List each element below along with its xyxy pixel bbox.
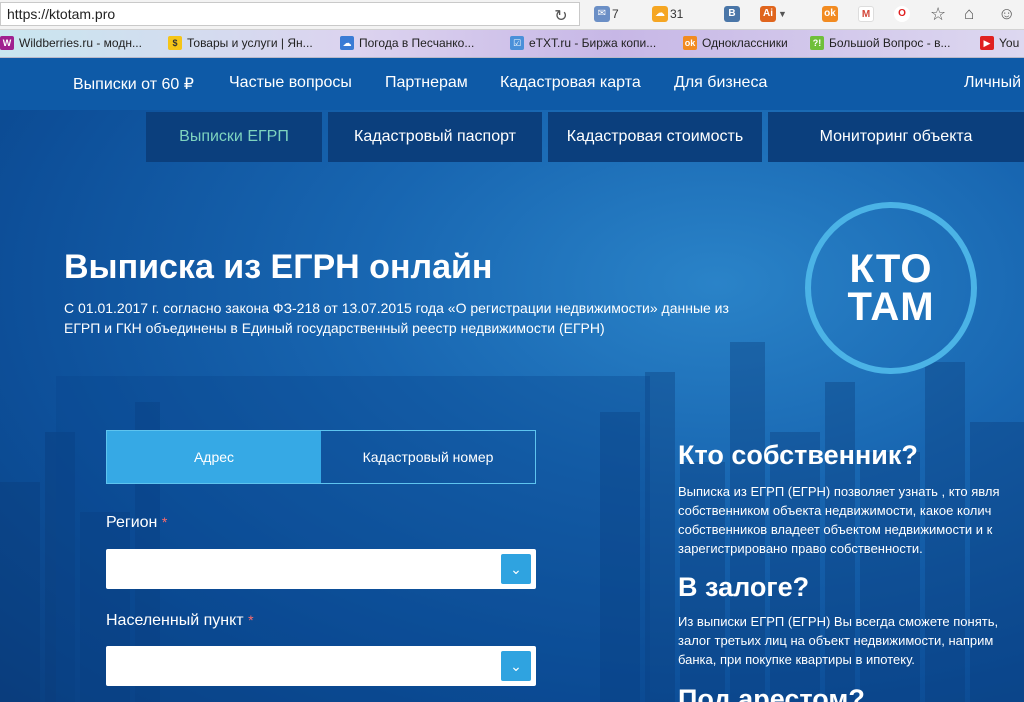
- nav-account[interactable]: Личный: [964, 74, 1021, 92]
- nav-cadastral-map[interactable]: Кадастровая карта: [500, 74, 641, 92]
- nav-faq[interactable]: Частые вопросы: [229, 74, 352, 92]
- owner-heading: Кто собственник?: [678, 440, 918, 470]
- owner-text: Выписка из ЕГРП (ЕГРН) позволяет узнать …: [678, 484, 1000, 556]
- city-label: Населенный пункт *: [106, 612, 254, 629]
- nav-extracts[interactable]: Выписки от 60 ₽: [73, 74, 194, 94]
- ok-extension[interactable]: ok: [822, 4, 838, 24]
- odnoklassniki-extension-icon: ok: [822, 6, 838, 22]
- tab-address[interactable]: Адрес: [107, 431, 321, 483]
- hero-description: С 01.01.2017 г. согласно закона ФЗ-218 о…: [64, 300, 729, 336]
- tab-cadastral-value[interactable]: Кадастровая стоимость: [548, 112, 762, 162]
- opera-extension[interactable]: O: [894, 4, 910, 24]
- region-select[interactable]: ⌄: [106, 549, 536, 589]
- menu-button[interactable]: ☺: [998, 4, 1015, 24]
- ai-extension[interactable]: Ai ▼: [760, 4, 787, 24]
- nav-business[interactable]: Для бизнеса: [674, 74, 767, 92]
- vk-icon: B: [724, 6, 740, 22]
- city-select[interactable]: ⌄: [106, 646, 536, 686]
- tab-cadastral-number[interactable]: Кадастровый номер: [321, 431, 535, 483]
- page-content: Выписки от 60 ₽ Частые вопросы Партнерам…: [0, 58, 1024, 702]
- weather-extension[interactable]: ☁ 31: [652, 4, 683, 24]
- bookmark-etxt[interactable]: ☑ eTXT.ru - Биржа копи...: [510, 36, 656, 50]
- bookmark-youtube[interactable]: ▶ You: [980, 36, 1019, 50]
- region-label: Регион *: [106, 514, 168, 531]
- home-icon: ⌂: [964, 4, 975, 23]
- address-bar[interactable]: https://ktotam.pro ↻: [0, 2, 580, 26]
- weather-icon: ☁: [652, 6, 668, 22]
- main-nav: Выписки от 60 ₽ Частые вопросы Партнерам…: [0, 58, 1024, 110]
- bookmark-wildberries[interactable]: W Wildberries.ru - модн...: [0, 36, 142, 50]
- gmail-icon: M: [858, 6, 874, 22]
- etxt-icon: ☑: [510, 36, 524, 50]
- odnoklassniki-icon: ok: [683, 36, 697, 50]
- ktotam-logo: КТО ТАМ: [805, 202, 977, 374]
- mail-icon: ✉: [594, 6, 610, 22]
- bookmark-bigquestion[interactable]: ?! Большой Вопрос - в...: [810, 36, 950, 50]
- chevron-down-icon[interactable]: ⌄: [501, 554, 531, 584]
- reload-icon[interactable]: ↻: [551, 6, 571, 26]
- logo-text: КТО ТАМ: [847, 247, 935, 329]
- tab-egrp-extracts[interactable]: Выписки ЕГРП: [146, 112, 322, 162]
- browser-toolbar: https://ktotam.pro ↻ ✉ 7 ☁ 31 B Ai ▼ ok …: [0, 0, 1024, 30]
- ai-icon: Ai: [760, 6, 776, 22]
- weather-bookmark-icon: ☁: [340, 36, 354, 50]
- pledge-text: Из выписки ЕГРП (ЕГРН) Вы всегда сможете…: [678, 614, 999, 667]
- pledge-heading: В залоге?: [678, 572, 810, 602]
- bigquestion-icon: ?!: [810, 36, 824, 50]
- star-icon: ☆: [930, 3, 947, 24]
- bookmark-weather[interactable]: ☁ Погода в Песчанко...: [340, 36, 474, 50]
- mail-extension[interactable]: ✉ 7: [594, 4, 619, 24]
- smiley-icon: ☺: [998, 4, 1016, 23]
- arrest-heading: Под арестом?: [678, 684, 865, 702]
- chevron-down-icon[interactable]: ⌄: [501, 651, 531, 681]
- gmail-extension[interactable]: M: [858, 4, 874, 24]
- required-mark: *: [161, 514, 168, 530]
- bookmarks-bar: W Wildberries.ru - модн... $ Товары и ус…: [0, 30, 1024, 58]
- vk-extension[interactable]: B: [724, 4, 740, 24]
- wildberries-icon: W: [0, 36, 14, 50]
- yandex-market-icon: $: [168, 36, 182, 50]
- opera-icon: O: [894, 6, 910, 22]
- tab-object-monitoring[interactable]: Мониторинг объекта: [768, 112, 1024, 162]
- url-text: https://ktotam.pro: [7, 6, 116, 22]
- page-title: Выписка из ЕГРН онлайн: [64, 248, 493, 286]
- nav-partners[interactable]: Партнерам: [385, 74, 468, 92]
- bookmark-odnoklassniki[interactable]: ok Одноклассники: [683, 36, 788, 50]
- chevron-down-icon[interactable]: ▼: [778, 9, 787, 19]
- bookmark-yandex[interactable]: $ Товары и услуги | Ян...: [168, 36, 313, 50]
- youtube-icon: ▶: [980, 36, 994, 50]
- bookmark-star[interactable]: ☆: [930, 4, 946, 24]
- home-button[interactable]: ⌂: [964, 4, 974, 24]
- required-mark: *: [248, 612, 254, 628]
- search-mode-tabs: Адрес Кадастровый номер: [106, 430, 536, 484]
- tab-cadastral-passport[interactable]: Кадастровый паспорт: [328, 112, 542, 162]
